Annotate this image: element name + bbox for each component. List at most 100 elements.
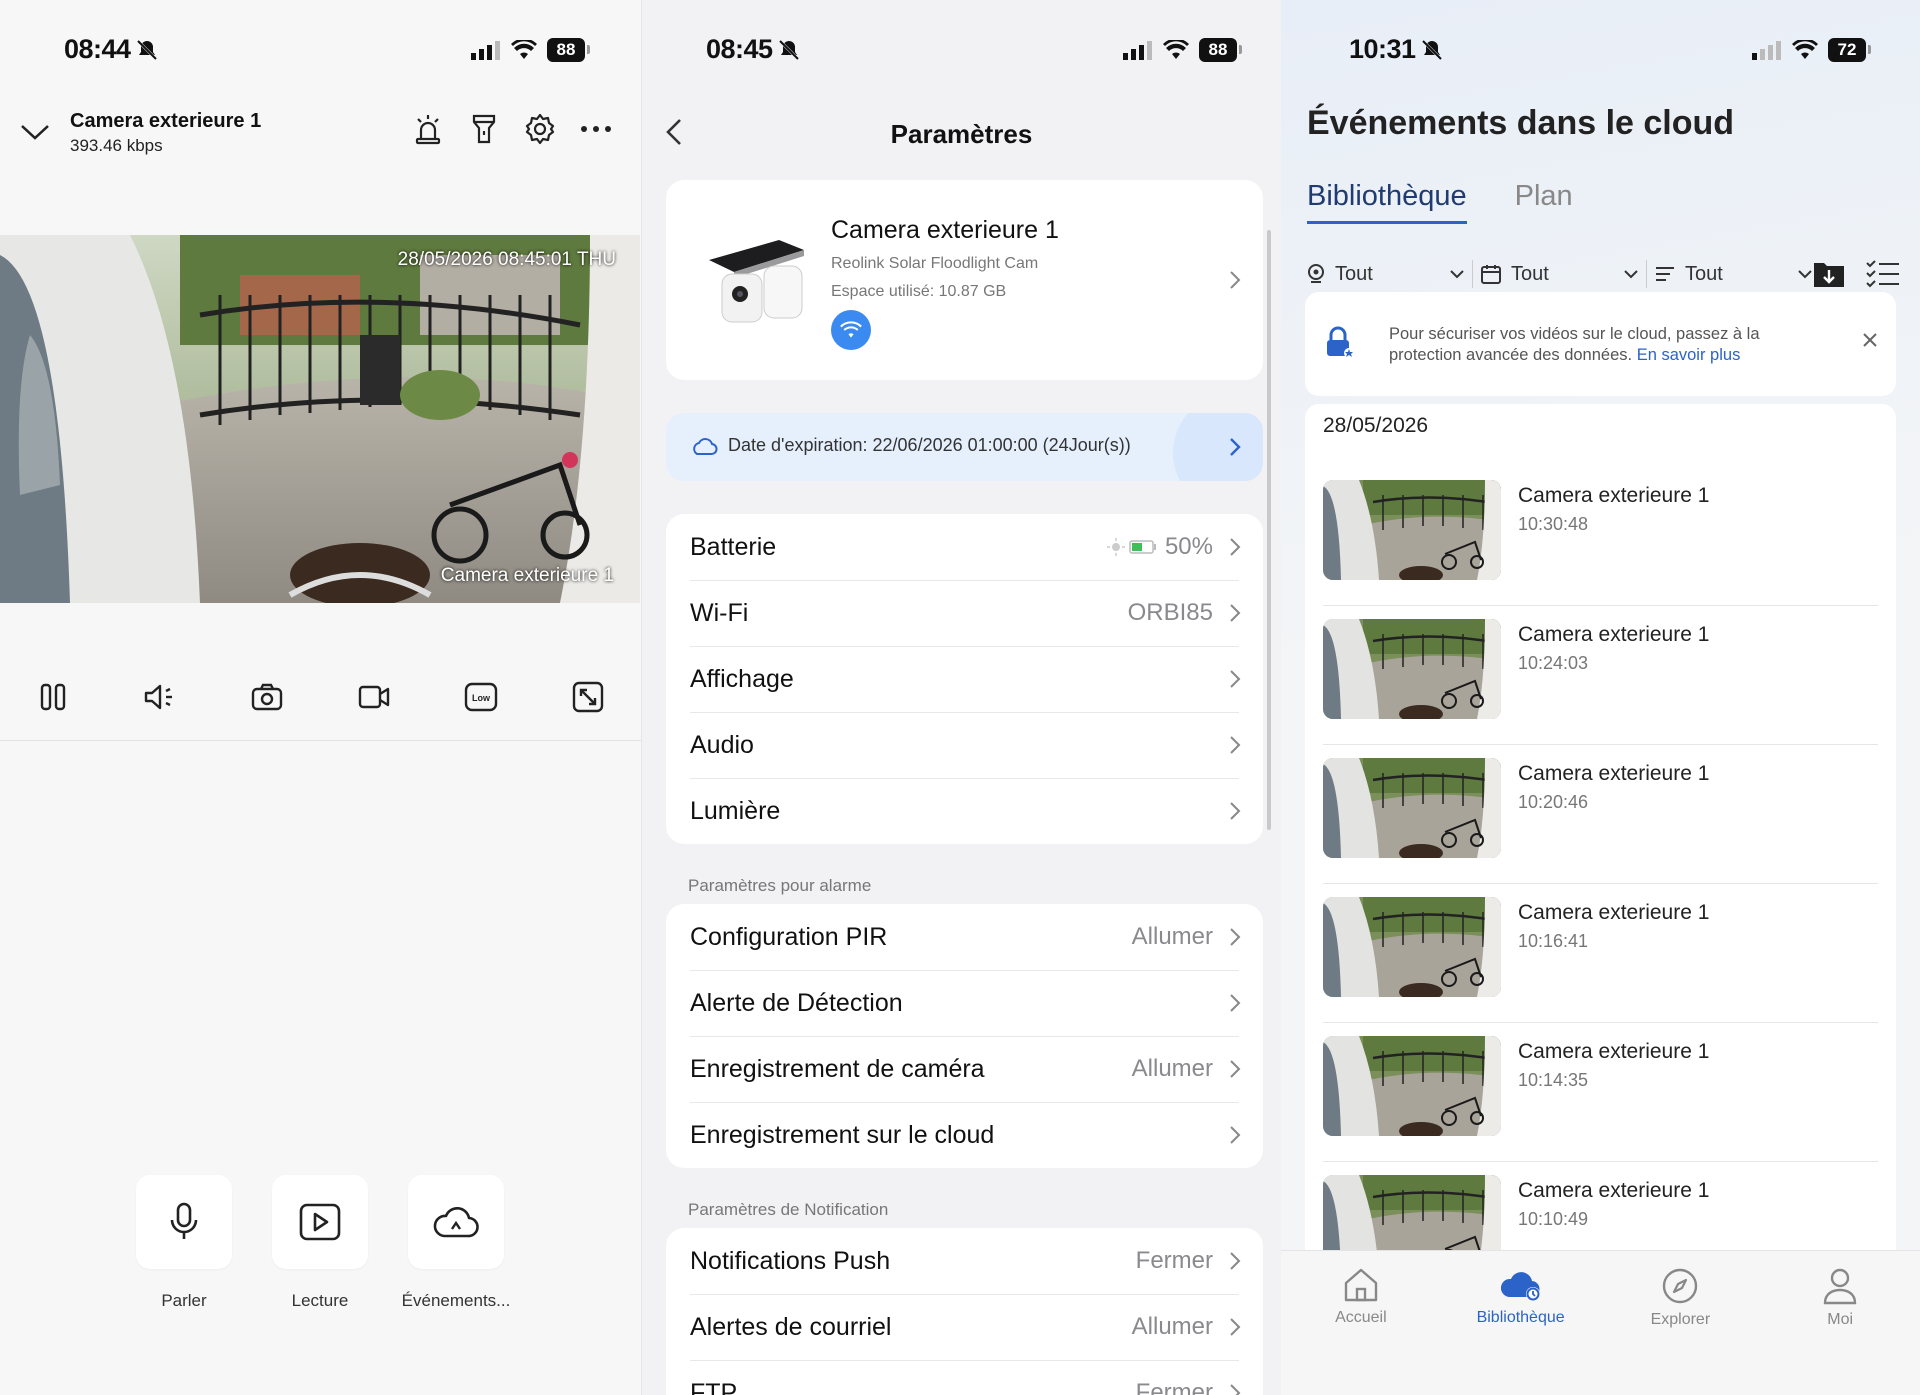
tab-home[interactable]: Accueil — [1296, 1267, 1426, 1395]
more-button[interactable] — [579, 112, 613, 146]
talk-label: Parler — [161, 1291, 207, 1310]
scrollbar[interactable] — [1267, 230, 1271, 830]
chevron-right-icon — [1230, 1252, 1241, 1270]
playback-controls: Low — [20, 680, 621, 714]
event-item[interactable]: Camera exterieure 1 10:14:35 — [1305, 1022, 1896, 1161]
event-thumbnail[interactable] — [1323, 480, 1501, 580]
lock-icon — [1327, 326, 1354, 358]
volume-button[interactable] — [143, 680, 177, 714]
event-time: 10:16:41 — [1518, 931, 1589, 951]
video-camera-label: Camera exterieure 1 — [440, 565, 614, 586]
settings-row-email[interactable]: Alertes de courriel Allumer — [666, 1294, 1263, 1360]
tab-plan[interactable]: Plan — [1515, 180, 1573, 224]
camera-filter[interactable]: Tout — [1307, 263, 1464, 286]
wifi-icon — [1792, 40, 1818, 59]
fullscreen-icon — [572, 681, 604, 713]
tab-library[interactable]: Bibliothèque — [1307, 180, 1467, 224]
siren-button[interactable] — [411, 112, 445, 146]
subscription-expiry-card[interactable]: Date d'expiration: 22/06/2026 01:00:00 (… — [666, 413, 1263, 481]
events-label: Événements... — [401, 1291, 511, 1310]
user-icon — [1823, 1268, 1857, 1305]
event-thumbnail[interactable] — [1323, 1036, 1501, 1136]
tab-me[interactable]: Moi — [1775, 1267, 1905, 1395]
camera-title: Camera exterieure 1 — [70, 110, 262, 132]
chevron-right-icon — [1230, 1318, 1241, 1336]
pause-button[interactable] — [36, 680, 70, 714]
more-dots-icon — [581, 126, 611, 132]
wifi-icon — [511, 40, 537, 59]
settings-row-ftp[interactable]: FTP Fermer — [666, 1360, 1263, 1395]
record-button[interactable] — [357, 680, 391, 714]
events-list-card: 28/05/2026 Camera exterieure 1 10:30:48 Ca… — [1305, 404, 1896, 1250]
wifi-icon — [840, 321, 862, 338]
camera-feed-image — [0, 235, 640, 603]
settings-button[interactable] — [523, 112, 557, 146]
event-item[interactable]: Camera exterieure 1 10:10:49 — [1305, 1161, 1896, 1250]
tab-library-bottom[interactable]: Bibliothèque — [1456, 1267, 1586, 1395]
chevron-right-icon — [1230, 994, 1241, 1012]
signal-icon — [471, 41, 500, 60]
chevron-down-icon — [1624, 270, 1638, 279]
type-filter[interactable]: Tout — [1655, 263, 1812, 286]
settings-row-detection-alert[interactable]: Alerte de Détection — [666, 970, 1263, 1036]
talk-action[interactable]: Parler — [136, 1175, 232, 1311]
event-thumbnail[interactable] — [1323, 897, 1501, 997]
settings-row-light[interactable]: Lumière — [666, 778, 1263, 844]
settings-row-battery[interactable]: Batterie 50% — [666, 514, 1263, 580]
record-icon — [358, 685, 390, 709]
snapshot-icon — [251, 683, 283, 711]
fullscreen-button[interactable] — [571, 680, 605, 714]
event-item[interactable]: Camera exterieure 1 10:30:48 — [1305, 466, 1896, 605]
event-item[interactable]: Camera exterieure 1 10:20:46 — [1305, 744, 1896, 883]
settings-row-audio[interactable]: Audio — [666, 712, 1263, 778]
chevron-down-icon[interactable] — [20, 122, 50, 142]
event-thumbnail-image — [1323, 758, 1501, 858]
back-chevron-icon[interactable] — [664, 116, 684, 148]
video-timestamp: 28/05/2026 08:45:01 THU — [397, 249, 616, 270]
event-thumbnail-image — [1323, 619, 1501, 719]
event-camera-name: Camera exterieure 1 — [1518, 901, 1710, 924]
playback-action[interactable]: Lecture — [272, 1175, 368, 1311]
settings-row-wifi[interactable]: Wi-Fi ORBI85 — [666, 580, 1263, 646]
settings-row-cloud-recording[interactable]: Enregistrement sur le cloud — [666, 1102, 1263, 1168]
status-time: 08:44 — [64, 34, 131, 64]
event-camera-name: Camera exterieure 1 — [1518, 1040, 1710, 1063]
checklist-icon[interactable] — [1866, 260, 1900, 288]
settings-row-push[interactable]: Notifications Push Fermer — [666, 1228, 1263, 1294]
cloud-events-action[interactable]: Événements... — [402, 1175, 510, 1311]
device-card[interactable]: Camera exterieure 1 Reolink Solar Floodl… — [666, 180, 1263, 380]
chevron-right-icon — [1230, 271, 1241, 289]
event-camera-name: Camera exterieure 1 — [1518, 1179, 1710, 1202]
event-time: 10:14:35 — [1518, 1070, 1589, 1090]
chevron-right-icon — [1230, 1126, 1241, 1144]
library-tabs: Bibliothèque Plan — [1307, 180, 1573, 224]
settings-row-pir[interactable]: Configuration PIR Allumer — [666, 904, 1263, 970]
live-video-feed[interactable]: 28/05/2026 08:45:01 THU Camera exterieur… — [0, 235, 640, 603]
quality-low-icon: Low — [464, 682, 498, 712]
event-thumbnail[interactable] — [1323, 619, 1501, 719]
snapshot-button[interactable] — [250, 680, 284, 714]
home-icon — [1344, 1268, 1378, 1302]
floodlight-button[interactable] — [467, 112, 501, 146]
event-thumbnail-image — [1323, 897, 1501, 997]
event-thumbnail[interactable] — [1323, 758, 1501, 858]
alarm-settings-list: Configuration PIR Allumer Alerte de Déte… — [666, 904, 1263, 1168]
event-thumbnail-image — [1323, 1175, 1501, 1250]
chevron-right-icon — [1230, 1384, 1241, 1395]
learn-more-link[interactable]: En savoir plus — [1637, 346, 1741, 364]
bitrate-label: 393.46 kbps — [70, 136, 163, 155]
event-item[interactable]: Camera exterieure 1 10:16:41 — [1305, 883, 1896, 1022]
settings-row-camera-recording[interactable]: Enregistrement de caméra Allumer — [666, 1036, 1263, 1102]
signal-icon — [1123, 41, 1152, 60]
status-bar: 08:45 88 — [642, 34, 1281, 70]
event-item[interactable]: Camera exterieure 1 10:24:03 — [1305, 605, 1896, 744]
bottom-tab-bar: Accueil Bibliothèque Explorer Moi — [1281, 1250, 1920, 1395]
settings-row-display[interactable]: Affichage — [666, 646, 1263, 712]
status-time: 08:45 — [706, 34, 773, 64]
close-icon[interactable] — [1862, 332, 1878, 348]
quality-button[interactable]: Low — [464, 680, 498, 714]
date-filter[interactable]: Tout — [1481, 263, 1638, 286]
tab-explore[interactable]: Explorer — [1615, 1267, 1745, 1395]
download-folder-icon[interactable] — [1812, 259, 1846, 289]
event-thumbnail[interactable] — [1323, 1175, 1501, 1250]
